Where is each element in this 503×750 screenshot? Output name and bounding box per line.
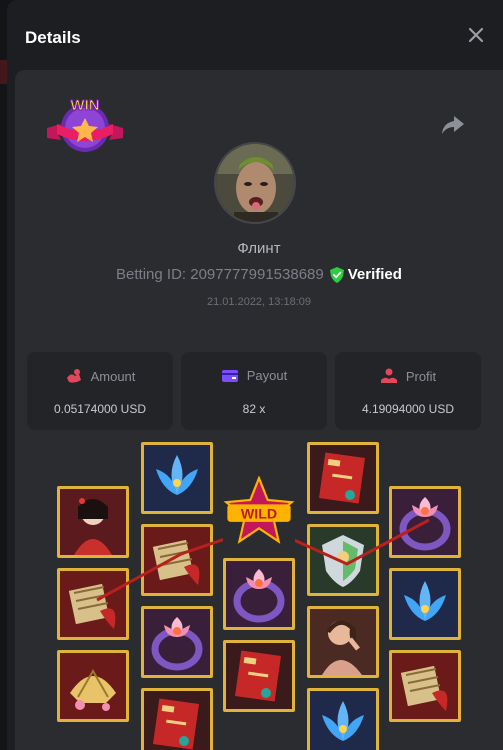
verified-badge: Verified	[329, 266, 402, 283]
profit-card: Profit 4.19094000 USD	[335, 352, 481, 430]
symbol-lotus	[307, 688, 379, 750]
symbol-book	[223, 640, 295, 712]
win-badge-text: WIN	[70, 97, 99, 114]
profit-icon	[380, 368, 397, 383]
payout-value: 82 x	[242, 402, 266, 416]
symbol-scroll	[389, 650, 461, 722]
details-modal: Details WIN Флинт Betting ID: 2097777991…	[7, 0, 503, 750]
symbol-scroll	[57, 568, 129, 640]
username: Флинт	[237, 240, 281, 257]
symbol-lotus	[389, 568, 461, 640]
symbol-ring	[389, 486, 461, 558]
betting-id-row: Betting ID: 2097777991538689 Verified	[15, 266, 503, 283]
slot-reels: WILD	[57, 442, 465, 750]
win-badge: WIN	[45, 94, 125, 156]
bet-date: 21.01.2022, 13:18:09	[207, 296, 311, 308]
symbol-book	[141, 688, 213, 750]
payout-label: Payout	[246, 368, 288, 383]
symbol-book	[307, 442, 379, 514]
payout-card: Payout 82 x	[181, 352, 327, 430]
symbol-fan	[57, 650, 129, 722]
share-icon[interactable]	[440, 114, 466, 136]
modal-header: Details	[7, 0, 503, 70]
symbol-scroll	[141, 524, 213, 596]
amount-icon	[66, 369, 81, 383]
symbol-shield	[307, 524, 379, 596]
wallet-icon	[221, 369, 238, 382]
verified-label: Verified	[347, 266, 402, 283]
symbol-wild: WILD	[223, 475, 295, 548]
amount-value: 0.05174000 USD	[53, 402, 147, 416]
shield-check-icon	[329, 266, 344, 283]
symbol-ring	[141, 606, 213, 678]
symbol-ring	[223, 558, 295, 630]
svg-text:WILD: WILD	[241, 507, 277, 523]
modal-body: WIN Флинт Betting ID: 2097777991538689 V…	[15, 70, 503, 750]
amount-card: Amount 0.05174000 USD	[27, 352, 173, 430]
modal-title: Details	[25, 28, 81, 47]
symbol-geisha	[57, 486, 129, 558]
symbol-woman	[307, 606, 379, 678]
profit-value: 4.19094000 USD	[361, 402, 455, 416]
symbol-lotus	[141, 442, 213, 514]
profit-label: Profit	[405, 368, 437, 384]
close-icon[interactable]	[465, 24, 487, 46]
avatar	[214, 142, 296, 224]
amount-label: Amount	[90, 368, 136, 384]
betting-id: Betting ID: 2097777991538689	[116, 266, 324, 283]
